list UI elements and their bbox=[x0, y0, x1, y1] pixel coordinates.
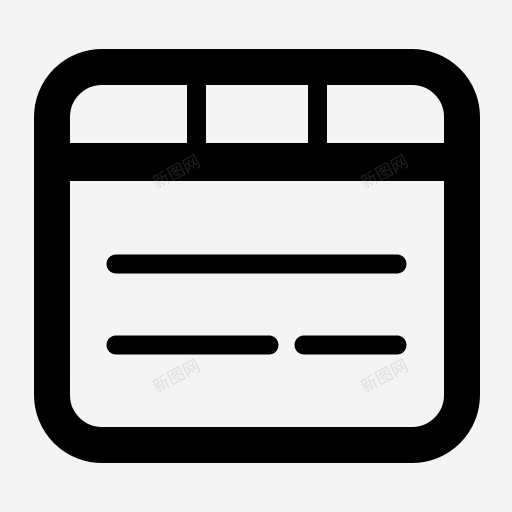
column-separator-1 bbox=[187, 67, 206, 167]
table-layout-icon bbox=[34, 49, 480, 463]
header-divider bbox=[52, 143, 462, 181]
icon-canvas: 新图网 新图网 新图网 新图网 bbox=[0, 0, 512, 512]
column-separator-2 bbox=[308, 67, 327, 167]
